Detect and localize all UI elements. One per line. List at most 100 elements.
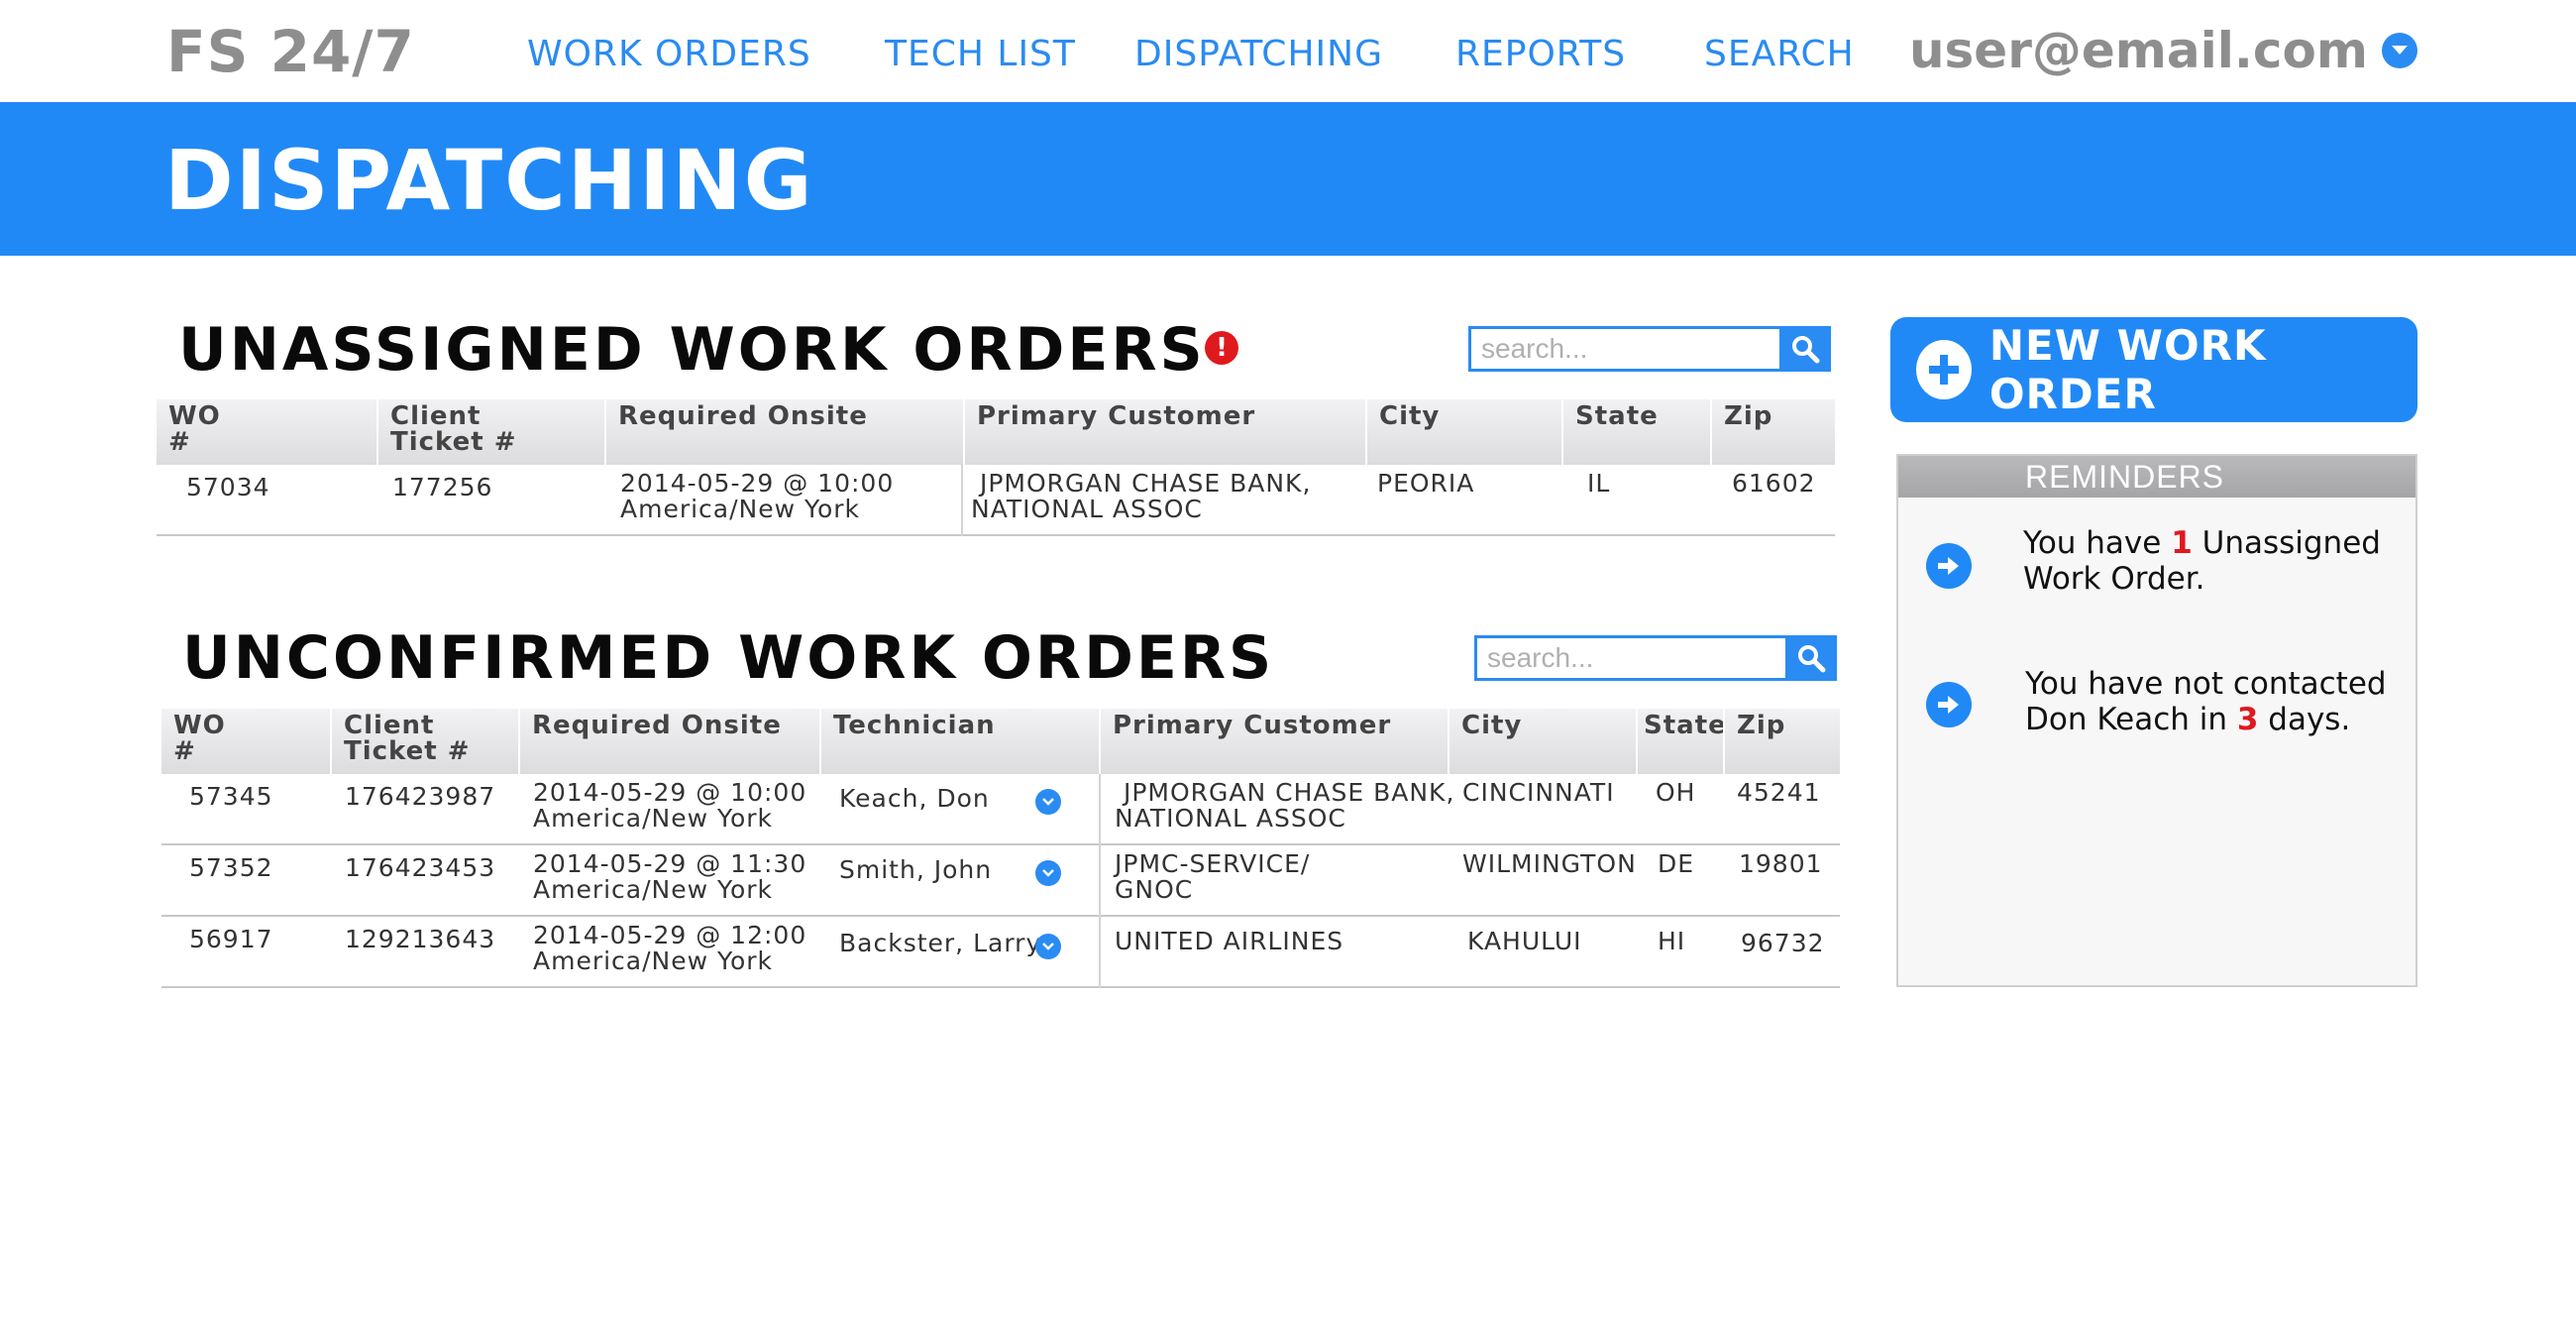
cell-onsite-date: 2014-05-29 @ 10:00 <box>620 469 895 498</box>
nav-tech-list[interactable]: TECH LIST <box>885 34 1076 74</box>
col-primary-customer[interactable]: Primary Customer <box>1099 709 1448 774</box>
cell-zip: 61602 <box>1732 469 1816 498</box>
tech-select[interactable]: Keach, Don <box>839 786 990 811</box>
tech-name: Keach, Don <box>839 784 990 813</box>
col-technician[interactable]: Technician <box>819 709 1099 774</box>
table-header: WO # Client Ticket # Required Onsite Tec… <box>161 709 1840 774</box>
reminder-text: days. <box>2258 702 2351 737</box>
user-email: user@email.com <box>1908 22 2368 79</box>
col-city[interactable]: City <box>1365 399 1561 465</box>
table-row[interactable]: 56917 129213643 2014-05-29 @ 12:00 Ameri… <box>161 917 1840 988</box>
cell-state: OH <box>1656 778 1696 807</box>
col-wo[interactable]: WO # <box>161 709 330 774</box>
reminder-item: You have not contacted Don Keach in 3 da… <box>2025 666 2412 737</box>
cell-state: HI <box>1658 927 1686 955</box>
cell-ticket: 176423453 <box>345 853 496 882</box>
unconfirmed-title: UNCONFIRMED WORK ORDERS <box>182 623 1275 693</box>
row-divider <box>1099 845 1101 917</box>
reminders-title: REMINDERS <box>1898 456 2415 498</box>
cell-zip: 96732 <box>1741 929 1825 957</box>
cell-ticket: 177256 <box>392 473 493 501</box>
brand-logo[interactable]: FS 24/7 <box>166 18 415 85</box>
cell-customer: UNITED AIRLINES <box>1115 927 1344 955</box>
cell-customer-cont: GNOC <box>1115 875 1194 904</box>
unassigned-title: UNASSIGNED WORK ORDERS <box>178 315 1206 385</box>
chevron-down-icon[interactable] <box>1035 789 1061 815</box>
new-work-order-label: NEW WORK ORDER <box>1988 321 2267 418</box>
unconfirmed-search <box>1474 635 1837 681</box>
cell-city: CINCINNATI <box>1462 778 1615 807</box>
cell-onsite-date: 2014-05-29 @ 11:30 <box>533 849 807 878</box>
row-divider <box>1099 917 1101 988</box>
table-row[interactable]: 57034 177256 2014-05-29 @ 10:00 America/… <box>157 465 1835 536</box>
unconfirmed-search-input[interactable] <box>1474 635 1785 681</box>
cell-wo: 57352 <box>189 853 273 882</box>
col-required-onsite[interactable]: Required Onsite <box>604 399 963 465</box>
unassigned-search-button[interactable] <box>1779 326 1831 372</box>
cell-onsite-tz: America/New York <box>533 804 774 833</box>
page-title: DISPATCHING <box>164 132 814 229</box>
cell-customer-cont: NATIONAL ASSOC <box>971 495 1203 523</box>
tech-select[interactable]: Smith, John <box>839 857 992 882</box>
col-state[interactable]: State <box>1636 709 1726 774</box>
row-divider <box>961 465 963 536</box>
table-row[interactable]: 57345 176423987 2014-05-29 @ 10:00 Ameri… <box>161 774 1840 845</box>
cell-zip: 19801 <box>1739 849 1823 878</box>
chevron-down-icon[interactable] <box>2382 33 2417 68</box>
cell-state: IL <box>1587 469 1611 498</box>
page-banner: DISPATCHING <box>0 102 2576 256</box>
chevron-down-icon[interactable] <box>1035 860 1061 886</box>
magnifier-icon <box>1798 645 1826 673</box>
col-primary-customer[interactable]: Primary Customer <box>963 399 1365 465</box>
col-wo[interactable]: WO # <box>157 399 376 465</box>
col-client-ticket[interactable]: Client Ticket # <box>330 709 518 774</box>
reminder-count: 1 <box>2171 525 2193 561</box>
table-row[interactable]: 57352 176423453 2014-05-29 @ 11:30 Ameri… <box>161 845 1840 917</box>
reminders-panel: REMINDERS You have 1 Unassigned Work Ord… <box>1896 454 2417 987</box>
exclamation-icon: ! <box>1205 331 1238 365</box>
cell-onsite-date: 2014-05-29 @ 12:00 <box>533 921 807 949</box>
table-header: WO # Client Ticket # Required Onsite Pri… <box>157 399 1835 465</box>
cell-wo: 57034 <box>186 473 270 501</box>
cell-onsite-tz: America/New York <box>533 946 774 975</box>
col-client-ticket[interactable]: Client Ticket # <box>376 399 604 465</box>
row-divider <box>1099 774 1101 845</box>
cell-city: PEORIA <box>1377 469 1475 498</box>
reminder-count: 3 <box>2236 702 2259 737</box>
nav-search[interactable]: SEARCH <box>1704 34 1855 74</box>
cell-customer: JPMORGAN CHASE BANK, <box>1115 778 1455 807</box>
cell-wo: 57345 <box>189 782 273 811</box>
user-menu[interactable]: user@email.com <box>1909 22 2417 79</box>
cell-ticket: 129213643 <box>345 925 496 953</box>
unassigned-search-input[interactable] <box>1468 326 1779 372</box>
chevron-down-icon[interactable] <box>1035 934 1061 959</box>
cell-customer-cont: NATIONAL ASSOC <box>1115 804 1346 833</box>
tech-name: Smith, John <box>839 855 993 884</box>
unconfirmed-search-button[interactable] <box>1785 635 1837 681</box>
cell-onsite-date: 2014-05-29 @ 10:00 <box>533 778 807 807</box>
plus-icon <box>1916 340 1972 399</box>
unassigned-table: WO # Client Ticket # Required Onsite Pri… <box>157 399 1835 536</box>
tech-select[interactable]: Backster, Larry <box>839 931 1041 955</box>
nav-reports[interactable]: REPORTS <box>1455 34 1626 74</box>
col-city[interactable]: City <box>1448 709 1636 774</box>
col-zip[interactable]: Zip <box>1710 399 1835 465</box>
cell-onsite-tz: America/New York <box>533 875 774 904</box>
top-nav: FS 24/7 WORK ORDERS TECH LIST DISPATCHIN… <box>0 0 2576 102</box>
col-state[interactable]: State <box>1561 399 1710 465</box>
magnifier-icon <box>1792 336 1820 364</box>
arrow-right-icon[interactable] <box>1926 682 1972 727</box>
cell-city: KAHULUI <box>1467 927 1582 955</box>
cell-ticket: 176423987 <box>345 782 496 811</box>
arrow-right-icon[interactable] <box>1926 543 1972 589</box>
nav-dispatching[interactable]: DISPATCHING <box>1134 34 1383 74</box>
new-work-order-button[interactable]: NEW WORK ORDER <box>1890 317 2417 422</box>
col-zip[interactable]: Zip <box>1723 709 1840 774</box>
nav-work-orders[interactable]: WORK ORDERS <box>527 34 811 74</box>
col-required-onsite[interactable]: Required Onsite <box>518 709 819 774</box>
cell-onsite-tz: America/New York <box>620 495 861 523</box>
cell-state: DE <box>1658 849 1695 878</box>
unassigned-search <box>1468 326 1831 372</box>
cell-wo: 56917 <box>189 925 273 953</box>
unconfirmed-table: WO # Client Ticket # Required Onsite Tec… <box>161 709 1840 988</box>
